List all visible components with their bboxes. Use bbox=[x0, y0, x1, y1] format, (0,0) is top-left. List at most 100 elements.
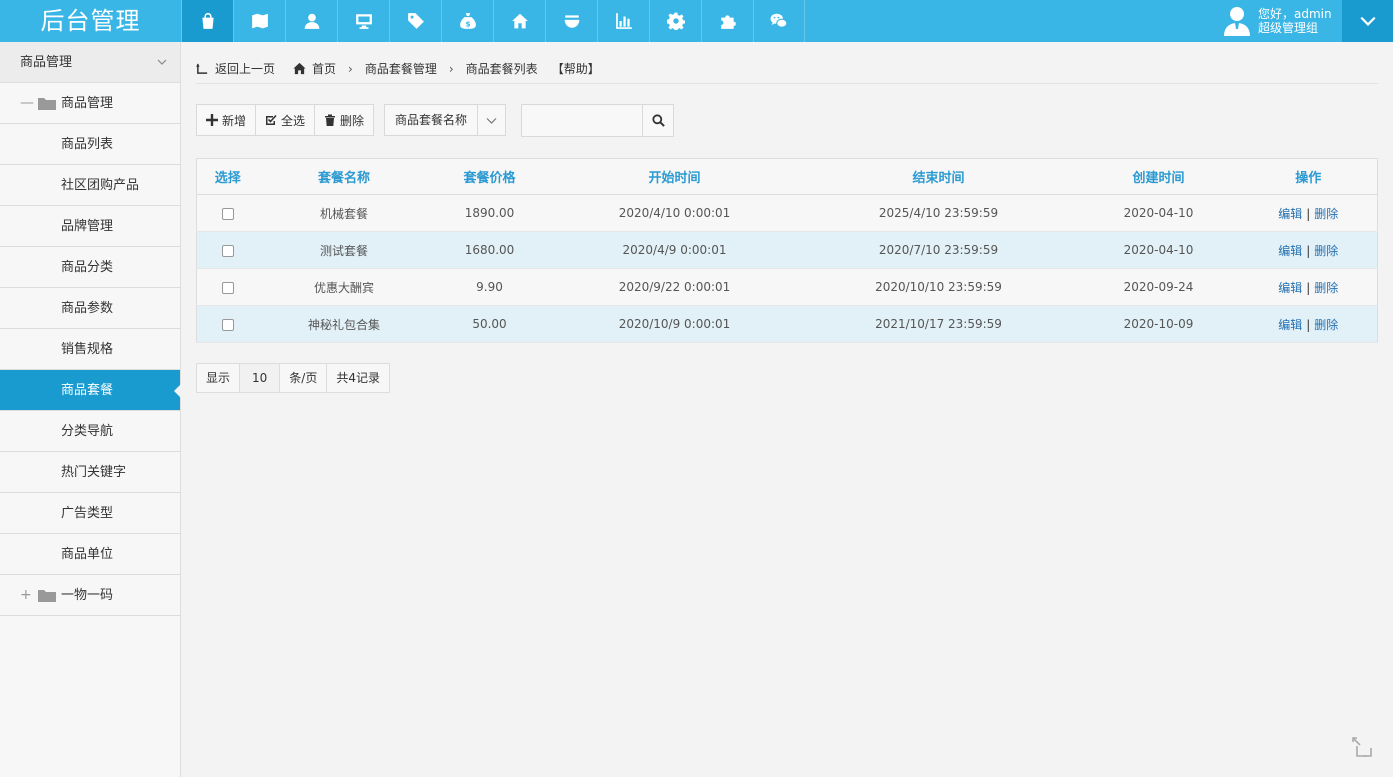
gear-icon[interactable] bbox=[649, 0, 701, 42]
table-header-row: 选择 套餐名称 套餐价格 开始时间 结束时间 创建时间 操作 bbox=[196, 158, 1378, 195]
svg-text:$: $ bbox=[465, 20, 470, 29]
plus-icon bbox=[206, 114, 218, 126]
home-link[interactable]: 首页 bbox=[293, 60, 336, 77]
action-divider: | bbox=[1306, 206, 1311, 221]
pager-unit-label: 条/页 bbox=[280, 364, 328, 392]
collapse-icon[interactable]: — bbox=[20, 83, 34, 124]
tag-icon[interactable] bbox=[389, 0, 441, 42]
package-name-cell: 神秘礼包合集 bbox=[258, 305, 430, 343]
home-icon[interactable] bbox=[493, 0, 545, 42]
column-header: 操作 bbox=[1239, 158, 1378, 195]
sidebar-item[interactable]: 社区团购产品 bbox=[0, 165, 180, 206]
package-name-cell: 机械套餐 bbox=[258, 194, 430, 232]
select-all-button[interactable]: 全选 bbox=[256, 105, 316, 135]
help-link[interactable]: 【帮助】 bbox=[552, 60, 600, 77]
delete-button[interactable]: 删除 bbox=[315, 105, 373, 135]
breadcrumb-level1[interactable]: 商品套餐管理 bbox=[365, 60, 437, 77]
sidebar-item[interactable]: 商品套餐 bbox=[0, 370, 181, 411]
sidebar-folder-product[interactable]: — 商品管理 bbox=[0, 83, 180, 124]
back-arrow-icon bbox=[196, 63, 208, 74]
edit-link[interactable]: 编辑 bbox=[1278, 281, 1302, 295]
actions-cell: 编辑 | 删除 bbox=[1239, 194, 1378, 232]
table-row: 机械套餐 1890.00 2020/4/10 0:00:01 2025/4/10 23… bbox=[196, 194, 1378, 232]
sidebar-section-title: 商品管理 bbox=[20, 55, 73, 70]
sidebar: 商品管理 — 商品管理 商品列表 社区团购产品 品牌管理 商品分类 商品参数 销售规格 商品… bbox=[0, 42, 181, 777]
package-price-cell: 1680.00 bbox=[429, 231, 550, 269]
moneybag-icon[interactable]: $ bbox=[441, 0, 493, 42]
package-price-cell: 50.00 bbox=[429, 305, 550, 343]
check-square-icon bbox=[266, 114, 277, 125]
row-checkbox[interactable] bbox=[221, 244, 234, 257]
package-table: 选择 套餐名称 套餐价格 开始时间 结束时间 创建时间 操作 机械套餐 1890.… bbox=[196, 158, 1378, 343]
sidebar-section-header[interactable]: 商品管理 bbox=[0, 42, 180, 83]
select-cell bbox=[196, 194, 259, 232]
created-time-cell: 2020-04-10 bbox=[1077, 231, 1240, 269]
bowl-icon[interactable] bbox=[545, 0, 597, 42]
action-buttons: 新增 全选 删除 bbox=[196, 104, 375, 136]
user-dropdown-button[interactable] bbox=[1342, 0, 1393, 42]
main-content: 返回上一页 首页 › 商品套餐管理 › 商品套餐列表 【帮助】 新增 全选 删除 bbox=[181, 42, 1393, 777]
column-header[interactable]: 结束时间 bbox=[799, 158, 1078, 195]
edit-link[interactable]: 编辑 bbox=[1278, 207, 1302, 221]
sidebar-item[interactable]: 广告类型 bbox=[0, 493, 180, 534]
map-icon[interactable] bbox=[233, 0, 285, 42]
start-time-cell: 2020/4/9 0:00:01 bbox=[549, 231, 800, 269]
folder-icon bbox=[38, 589, 56, 602]
sidebar-item[interactable]: 商品分类 bbox=[0, 247, 180, 288]
delete-link[interactable]: 删除 bbox=[1314, 281, 1338, 295]
package-price-cell: 1890.00 bbox=[429, 194, 550, 232]
add-button[interactable]: 新增 bbox=[197, 105, 257, 135]
expand-icon[interactable]: + bbox=[20, 575, 34, 616]
sidebar-item[interactable]: 分类导航 bbox=[0, 411, 180, 452]
delete-link[interactable]: 删除 bbox=[1314, 207, 1338, 221]
sidebar-item[interactable]: 热门关键字 bbox=[0, 452, 180, 493]
breadcrumb-separator: › bbox=[448, 61, 454, 76]
end-time-cell: 2020/10/10 23:59:59 bbox=[799, 268, 1078, 306]
bag-icon[interactable] bbox=[181, 0, 233, 42]
pager-show-label: 显示 bbox=[197, 364, 241, 392]
package-price-cell: 9.90 bbox=[429, 268, 550, 306]
sidebar-item[interactable]: 品牌管理 bbox=[0, 206, 180, 247]
chevron-down-icon bbox=[157, 59, 167, 65]
package-name-cell: 优惠大酬宾 bbox=[258, 268, 430, 306]
pager-total: 共4记录 bbox=[336, 371, 380, 385]
user-greeting: 您好，admin bbox=[1258, 7, 1332, 21]
column-header[interactable]: 开始时间 bbox=[549, 158, 800, 195]
table-row: 优惠大酬宾 9.90 2020/9/22 0:00:01 2020/10/10 23:… bbox=[196, 268, 1378, 306]
top-nav: $ bbox=[181, 0, 805, 42]
bar-chart-icon[interactable] bbox=[597, 0, 649, 42]
puzzle-icon[interactable] bbox=[701, 0, 753, 42]
created-time-cell: 2020-04-10 bbox=[1077, 194, 1240, 232]
sidebar-item[interactable]: 销售规格 bbox=[0, 329, 180, 370]
row-checkbox[interactable] bbox=[221, 318, 234, 331]
top-bar: 后台管理 $ 您好，admin 超级管理组 bbox=[0, 0, 1393, 42]
column-header[interactable]: 套餐名称 bbox=[258, 158, 430, 195]
sidebar-item[interactable]: 商品单位 bbox=[0, 534, 180, 575]
trash-icon bbox=[325, 114, 336, 126]
sidebar-folder-code[interactable]: + 一物一码 bbox=[0, 575, 180, 616]
select-cell bbox=[196, 268, 259, 306]
column-header[interactable]: 套餐价格 bbox=[429, 158, 550, 195]
fullscreen-toggle-icon[interactable] bbox=[1351, 736, 1373, 758]
end-time-cell: 2020/7/10 23:59:59 bbox=[799, 231, 1078, 269]
page-size-select[interactable]: 10 bbox=[240, 364, 281, 392]
wechat-icon[interactable] bbox=[753, 0, 805, 42]
sidebar-item[interactable]: 商品列表 bbox=[0, 124, 180, 165]
breadcrumb: 返回上一页 首页 › 商品套餐管理 › 商品套餐列表 【帮助】 bbox=[196, 54, 1378, 84]
sidebar-item[interactable]: 商品参数 bbox=[0, 288, 180, 329]
search-input[interactable] bbox=[522, 105, 644, 136]
row-checkbox[interactable] bbox=[221, 281, 234, 294]
user-info[interactable]: 您好，admin 超级管理组 bbox=[1222, 4, 1342, 38]
delete-link[interactable]: 删除 bbox=[1314, 318, 1338, 332]
user-icon[interactable] bbox=[285, 0, 337, 42]
edit-link[interactable]: 编辑 bbox=[1278, 244, 1302, 258]
back-link[interactable]: 返回上一页 bbox=[196, 60, 275, 77]
edit-link[interactable]: 编辑 bbox=[1278, 318, 1302, 332]
column-header[interactable]: 创建时间 bbox=[1077, 158, 1240, 195]
row-checkbox[interactable] bbox=[221, 207, 234, 220]
search-button[interactable] bbox=[643, 105, 673, 136]
search-field-select[interactable]: 商品套餐名称 bbox=[384, 104, 507, 136]
monitor-icon[interactable] bbox=[337, 0, 389, 42]
search-box bbox=[521, 104, 675, 137]
delete-link[interactable]: 删除 bbox=[1314, 244, 1338, 258]
